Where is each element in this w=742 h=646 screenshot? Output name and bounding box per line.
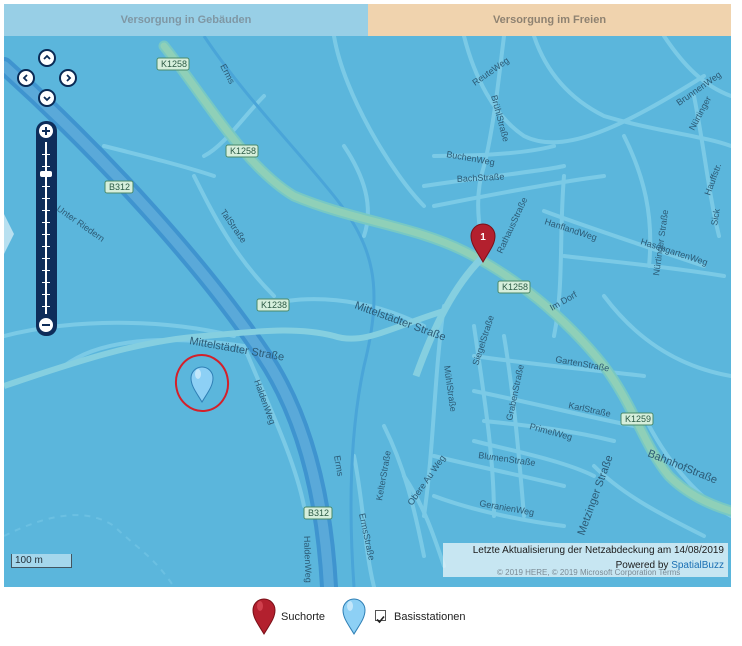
road-label: B312 [109,182,130,192]
legend-basisstationen-icon [340,596,370,636]
zoom-in-button[interactable] [37,122,55,140]
road-label: K1238 [261,300,287,310]
zoom-slider-handle[interactable] [40,171,52,177]
shield-k1258-a: K1258 [156,57,190,71]
zoom-tick [42,198,50,199]
shield-k1258-c: K1258 [497,280,531,294]
minus-icon [42,324,50,326]
chevron-up-icon [43,54,51,60]
zoom-tick [42,234,50,235]
blue-pin-icon [342,598,366,635]
road-label: K1258 [502,282,528,292]
tab-indoor-coverage[interactable]: Versorgung in Gebäuden [4,4,368,36]
chevron-left-icon [22,74,28,82]
shield-k1238: K1238 [256,298,290,312]
zoom-tick [42,222,50,223]
zoom-tick [42,258,50,259]
road-label: K1258 [230,146,256,156]
tab-outdoor-coverage[interactable]: Versorgung im Freien [368,4,731,36]
legend-suchorte-label: Suchorte [281,611,326,623]
scale-bar: 100 m [11,554,72,568]
chevron-down-icon [43,96,51,102]
side-panel-toggle[interactable] [4,214,14,254]
zoom-tick [42,282,50,283]
shield-b312-a: B312 [104,180,134,194]
zoom-tick [42,154,50,155]
zoom-out-button[interactable] [37,316,55,334]
shield-k1259: K1259 [620,412,654,426]
zoom-tick [42,294,50,295]
legend-basisstationen-label: Basisstationen [394,611,466,623]
search-marker-number: 1 [480,232,486,243]
map-copyright: © 2019 HERE, © 2019 Microsoft Corporatio… [497,568,681,577]
shield-k1258-b: K1258 [225,144,259,158]
pan-right-button[interactable] [59,69,77,87]
map-canvas[interactable]: K1258 K1258 K1258 K1238 K1259 B312 B312 … [4,36,731,587]
road-label: B312 [308,508,329,518]
pan-left-button[interactable] [17,69,35,87]
zoom-tick [42,246,50,247]
plus-icon [42,127,50,135]
last-update-text: Letzte Aktualisierung der Netzabdeckung … [472,545,724,556]
checkmark-icon [376,615,385,624]
zoom-tick [42,186,50,187]
zoom-tick [42,306,50,307]
pan-down-button[interactable] [38,89,56,107]
tab-bar: Versorgung in Gebäuden Versorgung im Fre… [4,4,731,36]
road-label: HaldenWeg [302,536,314,583]
zoom-track-line [45,142,47,314]
zoom-tick [42,210,50,211]
legend-suchorte-icon [250,596,280,636]
basisstationen-checkbox[interactable] [375,610,386,624]
road-label: K1259 [625,414,651,424]
pan-up-button[interactable] [38,49,56,67]
zoom-tick [42,166,50,167]
map-layer: K1258 K1258 K1258 K1238 K1259 B312 B312 … [4,36,731,587]
road-label: K1258 [161,59,187,69]
shield-b312-b: B312 [303,506,333,520]
chevron-right-icon [66,74,72,82]
red-pin-icon [252,598,276,635]
zoom-tick [42,270,50,271]
